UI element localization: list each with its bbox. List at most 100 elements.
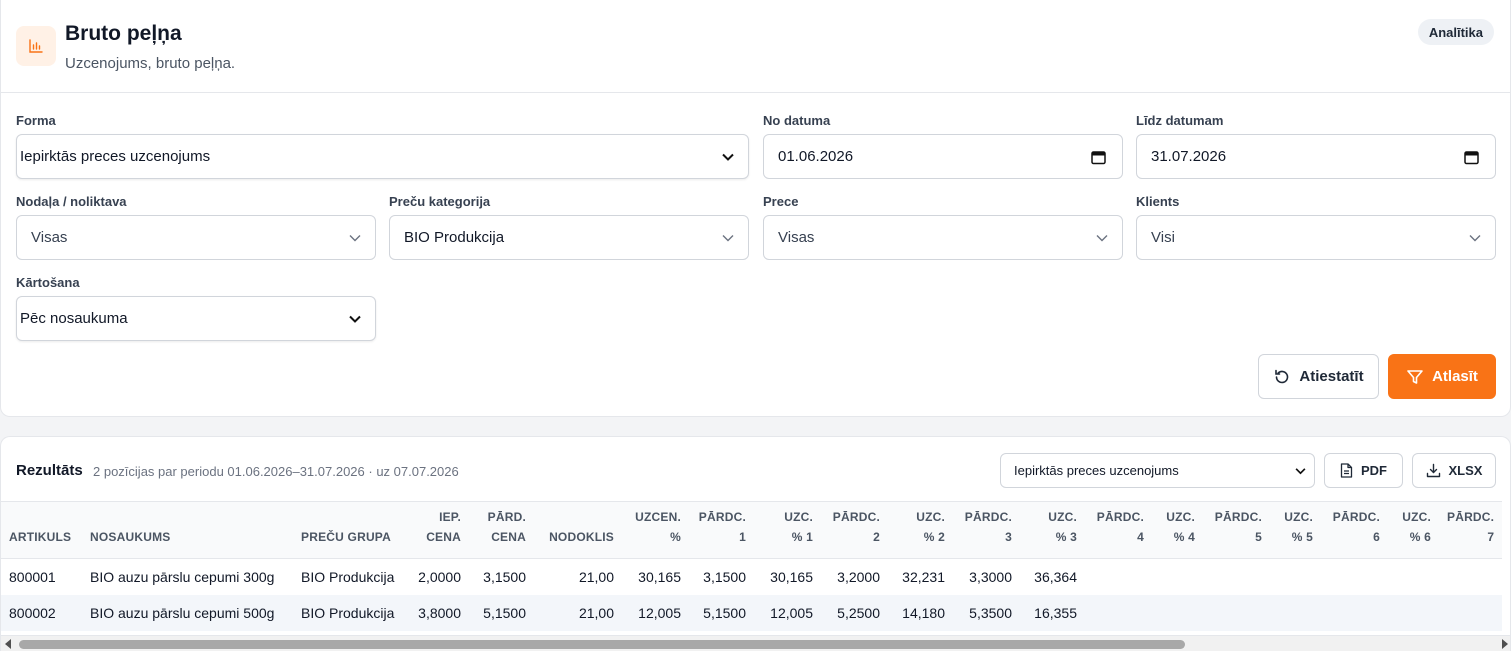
chevron-down-icon [722, 234, 734, 242]
column-header-line2: 2 [873, 530, 880, 544]
column-header-line1: PĀRDC. [1332, 510, 1380, 524]
column-header[interactable]: UZC. % 4 [1152, 501, 1203, 559]
column-header[interactable]: PREČU GRUPA [293, 501, 404, 559]
filter-submit-label: Atlasīt [1432, 368, 1478, 385]
table-cell [1270, 559, 1321, 595]
date-to-value: 31.07.2026 [1151, 148, 1227, 165]
horizontal-scrollbar[interactable] [1, 635, 1510, 651]
column-header-line2: 1 [739, 530, 746, 544]
column-header[interactable]: PĀRDC. 4 [1085, 501, 1152, 559]
column-header-line1: PĀRDC. [698, 510, 746, 524]
column-header[interactable]: UZC. % 5 [1270, 501, 1321, 559]
column-header-line2: 6 [1373, 530, 1380, 544]
forma-select[interactable]: Iepirktās preces uzcenojums [16, 134, 749, 179]
date-from-value: 01.06.2026 [778, 148, 854, 165]
chevron-down-icon [1469, 234, 1481, 242]
table-cell: BIO Produkcija [301, 568, 395, 585]
column-header-line1: PĀRDC. [1214, 510, 1262, 524]
column-header-line2: % 6 [1409, 530, 1431, 544]
table-cell [1152, 559, 1203, 595]
column-header-line2: % [670, 530, 681, 544]
results-meta: 2 pozīcijas par periodu 01.06.2026–31.07… [93, 464, 459, 479]
prece-select[interactable]: Visas [763, 215, 1123, 260]
filter-submit-button[interactable]: Atlasīt [1388, 354, 1496, 399]
table-row[interactable]: 800002 BIO auzu pārslu cepumi 500g BIO Pro… [1, 594, 1503, 631]
column-header[interactable]: PĀRDC. 7 [1439, 501, 1503, 559]
column-header[interactable]: UZC. % 3 [1020, 501, 1085, 559]
column-header-line2: % 4 [1173, 530, 1195, 544]
table-cell [1321, 594, 1388, 631]
column-header[interactable]: UZC. % 1 [754, 501, 821, 559]
table-cell: 30,165 [770, 568, 813, 585]
column-header-line2: 5 [1255, 530, 1262, 544]
kategorija-select[interactable]: BIO Produkcija [389, 215, 749, 260]
column-header-line2: % 5 [1291, 530, 1313, 544]
scroll-left-icon[interactable] [5, 639, 11, 649]
table-cell: 3,1500 [703, 568, 746, 585]
column-header[interactable]: NODOKLIS [534, 501, 622, 559]
table-cell [1439, 559, 1502, 595]
results-form-select[interactable]: Iepirktās preces uzcenojums [1000, 453, 1315, 488]
results-title: Rezultāts [16, 462, 83, 479]
prece-label: Prece [763, 194, 799, 209]
calendar-icon[interactable] [1091, 149, 1106, 164]
scrollbar-thumb[interactable] [19, 640, 1185, 649]
column-header[interactable]: UZC. % 6 [1388, 501, 1439, 559]
column-header-line1: UZC. [916, 510, 945, 524]
reset-button[interactable]: Atiestatīt [1258, 354, 1379, 399]
column-header-line1: IEP. [439, 510, 461, 524]
no-datuma-label: No datuma [763, 113, 831, 128]
results-form-value: Iepirktās preces uzcenojums [1014, 463, 1179, 478]
column-header[interactable]: ARTIKULS [1, 501, 82, 559]
column-header-line2: ARTIKULS [9, 530, 72, 544]
table-row[interactable]: 800001 BIO auzu pārslu cepumi 300g BIO Pro… [1, 559, 1502, 595]
column-header-line2: % 3 [1055, 530, 1077, 544]
pdf-export-button[interactable]: PDF [1324, 453, 1403, 488]
table-cell: BIO Produkcija [293, 594, 404, 631]
table-cell: 5,2500 [821, 594, 888, 631]
lidz-datumam-label: Līdz datumam [1136, 113, 1224, 128]
klients-value: Visi [1151, 229, 1175, 246]
column-header[interactable]: PĀRD. CENA [469, 501, 534, 559]
date-from-input[interactable]: 01.06.2026 [763, 134, 1123, 179]
table-cell: 5,1500 [469, 594, 534, 631]
table-cell: 36,364 [1034, 568, 1077, 585]
filter-card: Bruto peļņa Uzcenojums, bruto peļņa. Ana… [0, 0, 1511, 417]
table-header-row: ARTIKULS NOSAUKUMS PREČU GRUPA IEP. CENA PĀRD… [1, 501, 1503, 559]
column-header-line2: 3 [1005, 530, 1012, 544]
nodala-select[interactable]: Visas [16, 215, 376, 260]
column-header[interactable]: PĀRDC. 5 [1203, 501, 1270, 559]
chevron-down-icon [722, 153, 734, 161]
column-header[interactable]: IEP. CENA [404, 501, 469, 559]
column-header-line2: NODOKLIS [549, 530, 614, 544]
table-cell: 2,0000 [418, 568, 461, 585]
klients-label: Klients [1136, 194, 1180, 209]
chevron-down-icon [1096, 234, 1108, 242]
xlsx-label: XLSX [1448, 463, 1483, 478]
klients-select[interactable]: Visi [1136, 215, 1496, 260]
forma-value: Iepirktās preces uzcenojums [20, 148, 211, 165]
date-to-input[interactable]: 31.07.2026 [1136, 134, 1496, 179]
reset-icon [1273, 368, 1291, 386]
column-header[interactable]: PĀRDC. 1 [689, 501, 754, 559]
calendar-icon[interactable] [1464, 149, 1479, 164]
column-header-line1: PĀRD. [487, 510, 526, 524]
column-header-line1: PĀRDC. [1447, 510, 1495, 524]
column-header[interactable]: PĀRDC. 2 [821, 501, 888, 559]
column-header[interactable]: UZCEN.% [622, 501, 689, 559]
column-header[interactable]: NOSAUKUMS [82, 501, 293, 559]
column-header-line1: UZC. [1166, 510, 1195, 524]
table-cell: 30,165 [638, 568, 681, 585]
table-cell: 800001 [9, 568, 56, 585]
table-cell: 3,2000 [837, 568, 880, 585]
reset-label: Atiestatīt [1299, 368, 1364, 385]
column-header-line1: UZC. [784, 510, 813, 524]
xlsx-export-button[interactable]: XLSX [1412, 453, 1496, 488]
column-header[interactable]: PĀRDC. 3 [953, 501, 1020, 559]
column-header[interactable]: PĀRDC. 6 [1321, 501, 1388, 559]
table-cell: 3,8000 [404, 594, 469, 631]
table-cell: 14,180 [888, 594, 953, 631]
column-header[interactable]: UZC. % 2 [888, 501, 953, 559]
scroll-right-icon[interactable] [1502, 639, 1508, 649]
kartosana-select[interactable]: Pēc nosaukuma [16, 296, 376, 341]
